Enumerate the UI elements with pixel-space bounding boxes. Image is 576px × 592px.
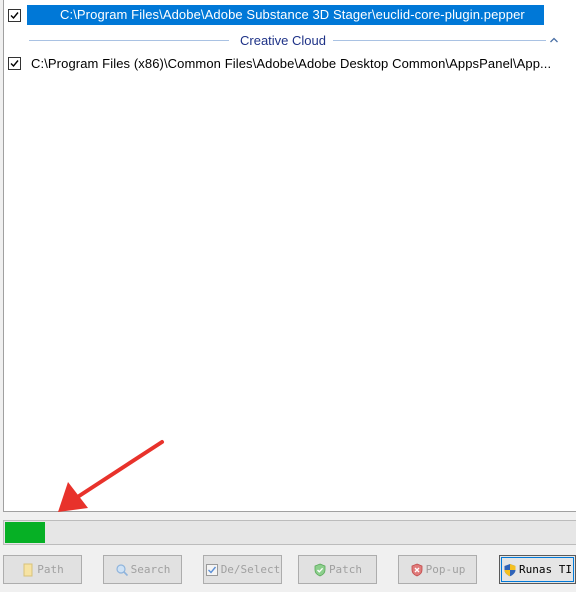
progress-bar	[3, 520, 576, 545]
search-icon	[116, 563, 128, 576]
runas-ti-button-label: Runas TI	[519, 563, 572, 576]
deselect-button[interactable]: De/Select	[203, 555, 282, 584]
annotation-arrow-icon	[58, 440, 164, 512]
group-header[interactable]: Creative Cloud	[29, 32, 559, 50]
path-button-label: Path	[37, 563, 64, 576]
group-divider	[29, 40, 229, 41]
list-item-path: C:\Program Files (x86)\Common Files\Adob…	[31, 55, 552, 71]
file-list[interactable]: C:\Program Files\Adobe\Adobe Substance 3…	[3, 0, 576, 512]
folder-icon	[23, 563, 33, 576]
patch-button-label: Patch	[328, 563, 363, 576]
popup-button-label: Pop-up	[425, 563, 466, 576]
patch-button[interactable]: Patch	[298, 555, 377, 584]
shield-x-icon	[411, 563, 423, 576]
checkmark-icon	[10, 59, 19, 67]
patcher-window: C:\Program Files\Adobe\Adobe Substance 3…	[0, 0, 576, 592]
chevron-up-icon[interactable]	[548, 34, 560, 46]
group-title: Creative Cloud	[240, 33, 326, 48]
shield-check-icon	[314, 563, 326, 576]
search-button[interactable]: Search	[103, 555, 182, 584]
progress-fill	[5, 522, 45, 543]
list-item-checkbox[interactable]	[8, 56, 21, 70]
checklist-icon	[205, 563, 218, 576]
list-item-path: C:\Program Files\Adobe\Adobe Substance 3…	[27, 5, 544, 25]
search-button-label: Search	[130, 563, 171, 576]
list-item[interactable]: C:\Program Files\Adobe\Adobe Substance 3…	[8, 5, 544, 25]
list-item[interactable]: C:\Program Files (x86)\Common Files\Adob…	[8, 53, 551, 73]
checkmark-icon	[10, 11, 19, 19]
deselect-button-label: De/Select	[220, 563, 281, 576]
uac-shield-icon	[504, 563, 516, 576]
popup-button[interactable]: Pop-up	[398, 555, 477, 584]
path-button[interactable]: Path	[3, 555, 82, 584]
group-divider	[333, 40, 546, 41]
runas-ti-button[interactable]: Runas TI	[499, 555, 576, 584]
list-item-checkbox[interactable]	[8, 8, 21, 22]
